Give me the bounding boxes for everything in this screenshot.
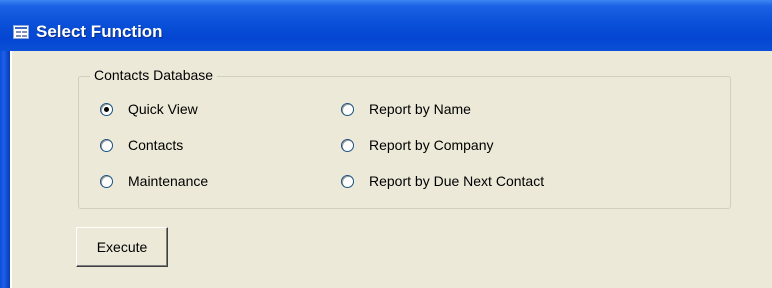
option-label: Report by Name: [369, 101, 471, 117]
window-left-border: [0, 51, 10, 288]
window-title: Select Function: [36, 22, 163, 41]
radio-button[interactable]: [100, 175, 113, 188]
execute-button[interactable]: Execute: [76, 227, 168, 267]
form-window-icon: [13, 25, 29, 39]
title-bar[interactable]: Select Function: [0, 0, 772, 51]
option-label: Quick View: [128, 101, 198, 117]
option-group-label: Contacts Database: [90, 67, 218, 83]
inner-border: [10, 51, 12, 288]
option-label: Contacts: [128, 137, 184, 153]
option-label: Report by Company: [369, 137, 494, 153]
radio-button[interactable]: [341, 175, 354, 188]
radio-button[interactable]: [341, 139, 354, 152]
option-label: Report by Due Next Contact: [369, 173, 545, 189]
radio-button[interactable]: [100, 139, 113, 152]
option-label: Maintenance: [128, 173, 209, 189]
radio-button[interactable]: [341, 103, 354, 116]
radio-button-checked[interactable]: [100, 103, 113, 116]
